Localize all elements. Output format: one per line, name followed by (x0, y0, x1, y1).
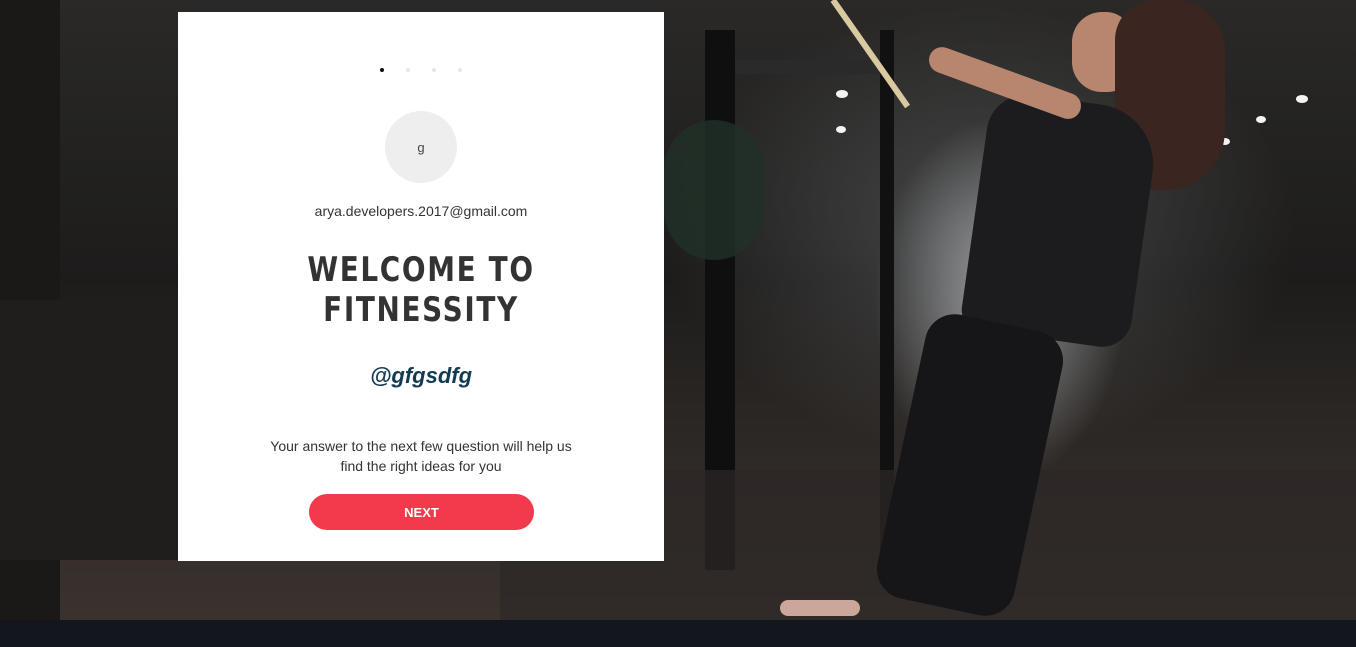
username: @gfgsdfg (369, 363, 473, 388)
step-indicator (178, 68, 664, 72)
step-dot-2[interactable] (406, 68, 410, 72)
onboarding-card: g arya.developers.2017@gmail.com WELCOME… (178, 12, 664, 561)
onboarding-description: Your answer to the next few question wil… (270, 438, 572, 474)
ceiling-light (836, 126, 846, 133)
ceiling-light (1256, 116, 1266, 123)
page-title-line-1: WELCOME TO (307, 250, 535, 290)
footer-bar (0, 620, 1356, 647)
user-email: arya.developers.2017@gmail.com (314, 203, 528, 219)
figure-feet (780, 600, 860, 616)
page-title: WELCOME TO FITNESSITY (222, 250, 621, 330)
step-dot-4[interactable] (458, 68, 462, 72)
avatar-initial: g (417, 139, 425, 155)
gym-rack-shape (735, 60, 885, 74)
ceiling-light (836, 90, 848, 98)
figure-torso (959, 89, 1161, 351)
gym-rack-shape (664, 120, 764, 260)
avatar: g (385, 111, 457, 183)
step-dot-1[interactable] (380, 68, 384, 72)
next-button[interactable]: NEXT (309, 494, 534, 530)
page-title-line-2: FITNESSITY (323, 290, 519, 330)
step-dot-3[interactable] (432, 68, 436, 72)
gym-rack-shape (0, 300, 178, 560)
ceiling-light (1296, 95, 1308, 103)
